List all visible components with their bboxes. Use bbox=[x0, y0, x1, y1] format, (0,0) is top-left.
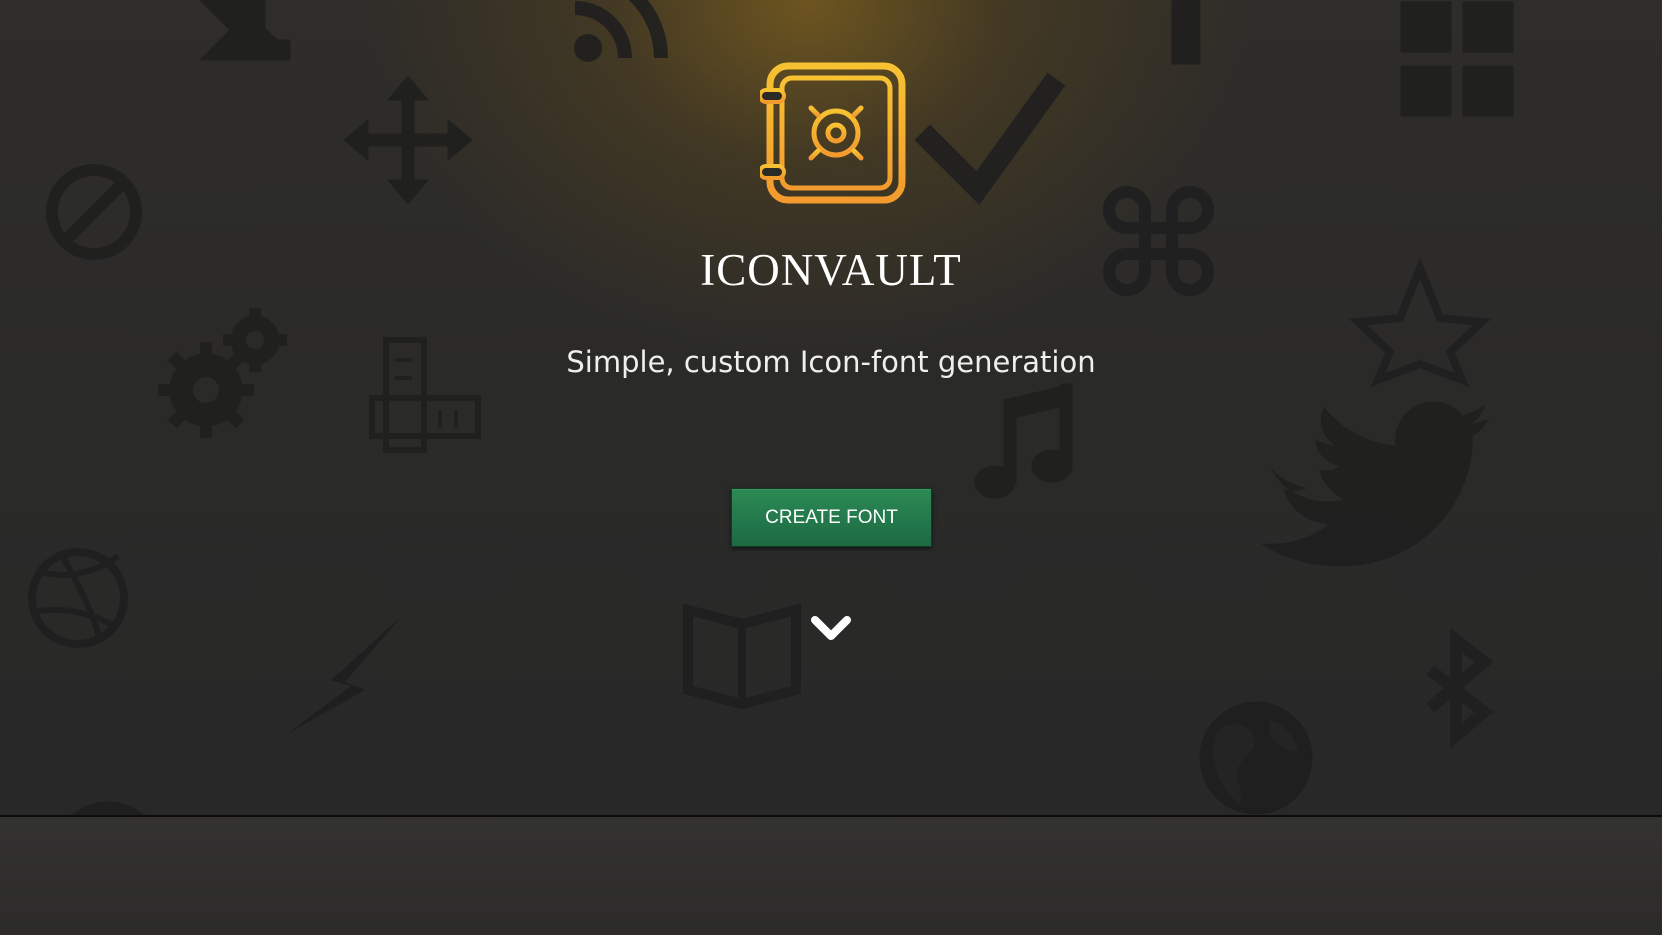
globe-icon bbox=[1199, 701, 1313, 815]
move-arrows-icon bbox=[343, 75, 473, 205]
create-font-button[interactable]: CREATE FONT bbox=[731, 488, 932, 547]
app-tagline: Simple, custom Icon-font generation bbox=[566, 345, 1096, 379]
arrow-down-right-icon bbox=[198, 0, 291, 61]
dribbble-ball-icon bbox=[28, 548, 128, 648]
bar-icon bbox=[1171, 0, 1201, 65]
bluetooth-icon bbox=[1426, 627, 1494, 750]
book-icon bbox=[683, 603, 801, 710]
lower-section bbox=[0, 817, 1662, 935]
hero-section: ICONVAULT Simple, custom Icon-font gener… bbox=[0, 0, 1662, 815]
app-title: ICONVAULT bbox=[700, 245, 962, 295]
rss-icon bbox=[574, 0, 668, 62]
chevron-down-icon[interactable] bbox=[809, 612, 853, 648]
vault-gear-icon bbox=[760, 62, 906, 204]
partial-circle-icon bbox=[71, 801, 145, 815]
music-note-icon bbox=[974, 383, 1073, 499]
grid-icon bbox=[1400, 1, 1514, 117]
lightning-icon bbox=[289, 619, 399, 733]
twitter-bird-icon bbox=[1261, 401, 1490, 567]
checkmark-icon bbox=[914, 72, 1066, 205]
